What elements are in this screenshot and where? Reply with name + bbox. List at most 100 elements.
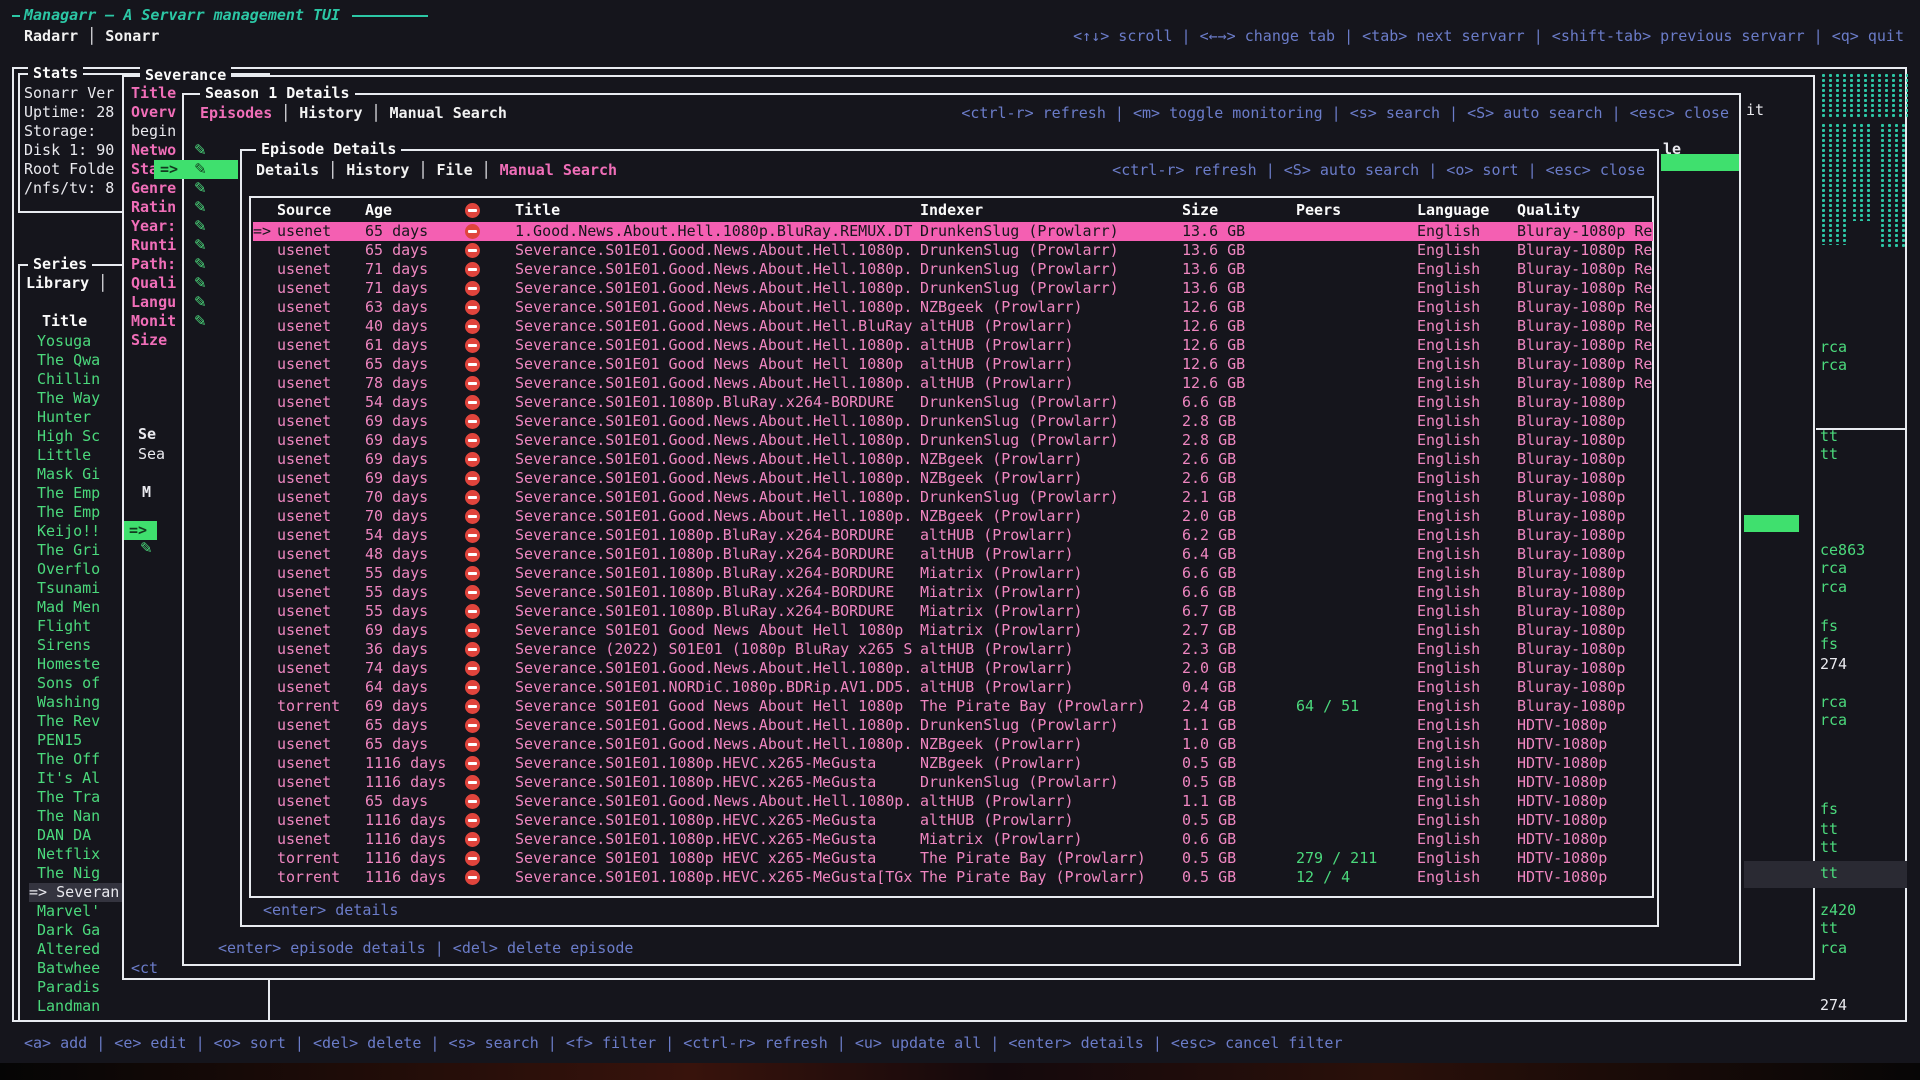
release-title: Severance.S01E01.1080p.HEVC.x265-MeGusta (515, 830, 920, 849)
release-row[interactable]: usenet74 daysSeverance.S01E01.Good.News.… (253, 659, 1653, 678)
release-row[interactable]: usenet54 daysSeverance.S01E01.1080p.BluR… (253, 526, 1653, 545)
release-size: 1.1 GB (1182, 716, 1288, 735)
release-row[interactable]: usenet54 daysSeverance.S01E01.1080p.BluR… (253, 393, 1653, 412)
release-indexer: DrunkenSlug (Prowlarr) (920, 716, 1182, 735)
row-selector (253, 507, 277, 526)
release-row[interactable]: usenet48 daysSeverance.S01E01.1080p.BluR… (253, 545, 1653, 564)
release-row[interactable]: usenet69 daysSeverance.S01E01.Good.News.… (253, 431, 1653, 450)
tab-library[interactable]: Library│ (26, 274, 116, 292)
selected-episode-row-highlight[interactable]: =>✎ (154, 160, 238, 179)
release-row[interactable]: torrent1116 daysSeverance S01E01 1080p H… (253, 849, 1653, 868)
release-peers: 12 / 4 (1288, 868, 1413, 887)
release-source: torrent (277, 849, 365, 868)
release-language: English (1413, 279, 1517, 298)
release-row[interactable]: usenet40 daysSeverance.S01E01.Good.News.… (253, 317, 1653, 336)
tab-history[interactable]: History (346, 161, 409, 179)
release-source: usenet (277, 393, 365, 412)
rejected-icon (465, 604, 480, 619)
release-rejected (465, 754, 515, 773)
background-text-fragment: fs (1820, 617, 1838, 636)
release-age: 69 days (365, 431, 465, 450)
release-row[interactable]: =>usenet65 days1.Good.News.About.Hell.10… (253, 222, 1653, 241)
background-text-fragment: rca (1820, 356, 1847, 375)
release-language: English (1413, 868, 1517, 887)
release-row[interactable]: usenet63 daysSeverance.S01E01.Good.News.… (253, 298, 1653, 317)
release-row[interactable]: usenet69 daysSeverance S01E01 Good News … (253, 621, 1653, 640)
tab-file[interactable]: File (437, 161, 473, 179)
release-row[interactable]: usenet69 daysSeverance.S01E01.Good.News.… (253, 469, 1653, 488)
series-item[interactable]: Paradis (29, 978, 265, 997)
release-peers (1288, 488, 1413, 507)
release-quality: HDTV-1080p (1517, 868, 1653, 887)
row-selector (253, 355, 277, 374)
row-selector (253, 469, 277, 488)
tab-manual-search[interactable]: Manual Search (390, 104, 507, 122)
release-row[interactable]: usenet55 daysSeverance.S01E01.1080p.BluR… (253, 564, 1653, 583)
release-row[interactable]: usenet65 daysSeverance.S01E01.Good.News.… (253, 716, 1653, 735)
release-row[interactable]: usenet69 daysSeverance.S01E01.Good.News.… (253, 412, 1653, 431)
background-text-fragment: tt (1820, 919, 1838, 938)
rejected-icon (465, 699, 480, 714)
tab-episodes[interactable]: Episodes (200, 104, 272, 122)
release-row[interactable]: usenet71 daysSeverance.S01E01.Good.News.… (253, 279, 1653, 298)
release-source: usenet (277, 222, 365, 241)
release-row[interactable]: torrent1116 daysSeverance.S01E01.1080p.H… (253, 868, 1653, 887)
release-language: English (1413, 564, 1517, 583)
background-text-fragment: Sea (138, 445, 165, 464)
row-selector (253, 298, 277, 317)
release-rejected (465, 355, 515, 374)
release-row[interactable]: usenet1116 daysSeverance.S01E01.1080p.HE… (253, 830, 1653, 849)
row-selector (253, 241, 277, 260)
release-size: 0.5 GB (1182, 773, 1288, 792)
series-item[interactable]: Landman (29, 997, 265, 1016)
release-row[interactable]: usenet1116 daysSeverance.S01E01.1080p.HE… (253, 773, 1653, 792)
selected-season-row-highlight[interactable]: => (124, 521, 157, 540)
release-row[interactable]: usenet61 daysSeverance.S01E01.Good.News.… (253, 336, 1653, 355)
release-row[interactable]: usenet1116 daysSeverance.S01E01.1080p.HE… (253, 811, 1653, 830)
release-peers (1288, 716, 1413, 735)
rejected-icon (465, 870, 480, 885)
release-source: usenet (277, 716, 365, 735)
background-text-fragment: it (1746, 101, 1764, 120)
release-language: English (1413, 374, 1517, 393)
release-row[interactable]: usenet70 daysSeverance.S01E01.Good.News.… (253, 488, 1653, 507)
release-row[interactable]: usenet69 daysSeverance.S01E01.Good.News.… (253, 450, 1653, 469)
release-title: Severance.S01E01 Good News About Hell 10… (515, 355, 920, 374)
release-row[interactable]: usenet55 daysSeverance.S01E01.1080p.BluR… (253, 583, 1653, 602)
tab-history[interactable]: History (299, 104, 362, 122)
tab-radarr[interactable]: Radarr (24, 27, 78, 45)
release-title: Severance.S01E01.Good.News.About.Hell.10… (515, 488, 920, 507)
release-peers (1288, 545, 1413, 564)
release-row[interactable]: usenet36 daysSeverance (2022) S01E01 (10… (253, 640, 1653, 659)
release-rejected (465, 849, 515, 868)
column-header-title: Title (515, 201, 920, 220)
background-text-fragment: M (142, 483, 151, 502)
release-row[interactable]: usenet1116 daysSeverance.S01E01.1080p.HE… (253, 754, 1653, 773)
release-quality: HDTV-1080p (1517, 754, 1653, 773)
row-selector (253, 412, 277, 431)
release-indexer: The Pirate Bay (Prowlarr) (920, 697, 1182, 716)
season-keybind-hints: <ctrl-r> refresh | <m> toggle monitoring… (961, 104, 1729, 122)
release-size: 13.6 GB (1182, 260, 1288, 279)
release-row[interactable]: usenet78 daysSeverance.S01E01.Good.News.… (253, 374, 1653, 393)
release-row[interactable]: usenet71 daysSeverance.S01E01.Good.News.… (253, 260, 1653, 279)
release-row[interactable]: usenet70 daysSeverance.S01E01.Good.News.… (253, 507, 1653, 526)
tab-sonarr[interactable]: Sonarr (105, 27, 159, 45)
column-header-rejected (465, 201, 515, 220)
release-row[interactable]: usenet65 daysSeverance.S01E01.Good.News.… (253, 735, 1653, 754)
release-row[interactable]: usenet55 daysSeverance.S01E01.1080p.BluR… (253, 602, 1653, 621)
tab-manual-search[interactable]: Manual Search (500, 161, 617, 179)
release-age: 65 days (365, 716, 465, 735)
release-row[interactable]: torrent69 daysSeverance S01E01 Good News… (253, 697, 1653, 716)
release-row[interactable]: usenet64 daysSeverance.S01E01.NORDiC.108… (253, 678, 1653, 697)
tab-details[interactable]: Details (256, 161, 319, 179)
release-language: English (1413, 507, 1517, 526)
release-size: 0.4 GB (1182, 678, 1288, 697)
release-row[interactable]: usenet65 daysSeverance.S01E01 Good News … (253, 355, 1653, 374)
background-text-fragment: rca (1820, 559, 1847, 578)
release-row[interactable]: usenet65 daysSeverance.S01E01.Good.News.… (253, 241, 1653, 260)
column-header-language: Language (1413, 201, 1517, 220)
column-header-quality: Quality (1517, 201, 1653, 220)
release-row[interactable]: usenet65 daysSeverance.S01E01.Good.News.… (253, 792, 1653, 811)
release-title: Severance.S01E01.Good.News.About.Hell.Bl… (515, 317, 920, 336)
